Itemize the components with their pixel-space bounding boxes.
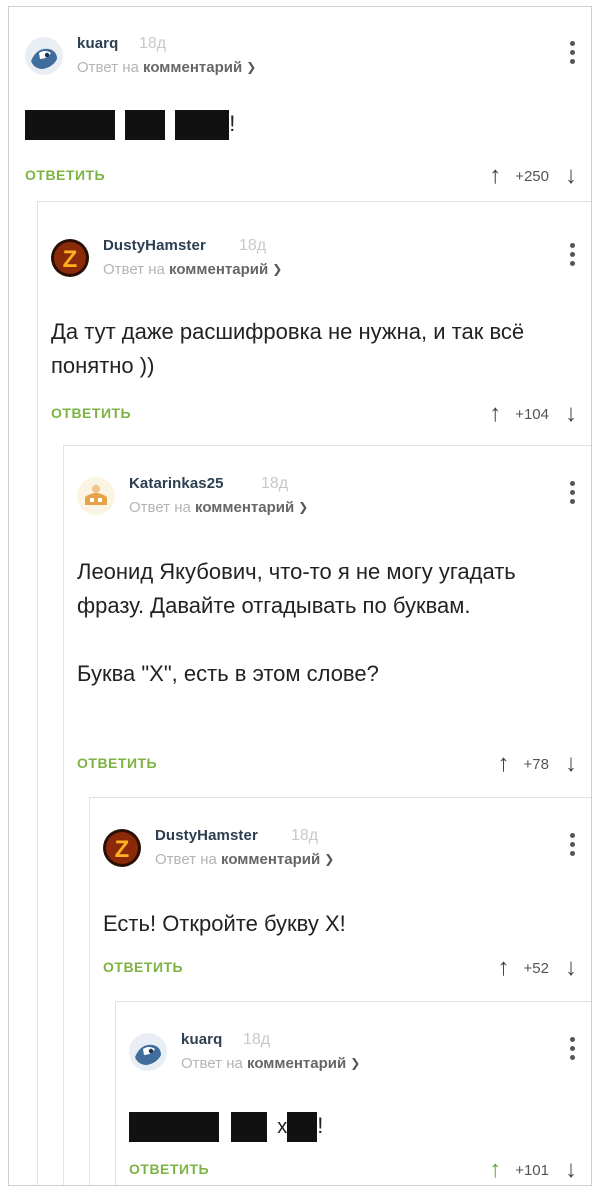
reply-button[interactable]: ОТВЕТИТЬ (25, 167, 105, 183)
comment-actions: ОТВЕТИТЬ ↑ +52 ↓ (103, 954, 591, 983)
score: +104 (515, 405, 549, 423)
svg-text:Z: Z (115, 836, 130, 863)
comment-text: Леонид Якубович, что-то я не могу угадат… (77, 559, 516, 686)
username[interactable]: DustyHamster (155, 827, 258, 844)
comment-age: 18д (239, 237, 267, 254)
comment-4: Z DustyHamster 18д Ответ на комментарий ❯… (103, 825, 591, 981)
arrow-up-icon[interactable]: ↑ (498, 750, 510, 778)
reply-button[interactable]: ОТВЕТИТЬ (51, 405, 131, 421)
reply-to-link[interactable]: Ответ на комментарий ❯ (129, 499, 308, 516)
vote-controls: ↑ +250 ↓ (489, 162, 577, 190)
vote-controls: ↑ +52 ↓ (498, 954, 577, 982)
more-vertical-icon[interactable] (569, 41, 577, 67)
censored-word (175, 110, 230, 141)
reply-button[interactable]: ОТВЕТИТЬ (77, 755, 157, 771)
comment-actions: ОТВЕТИТЬ ↑ +78 ↓ (77, 750, 591, 779)
reply-button[interactable]: ОТВЕТИТЬ (129, 1161, 209, 1177)
censored-word (125, 110, 166, 141)
comment-header: kuarq 18д Ответ на комментарий ❯ (129, 1029, 591, 1089)
more-vertical-icon[interactable] (569, 481, 577, 507)
arrow-down-icon[interactable]: ↓ (565, 750, 577, 778)
chevron-down-icon: ❯ (298, 500, 309, 514)
censored-word (287, 1112, 318, 1143)
censored-word (129, 1112, 219, 1143)
comment-age: 18д (139, 35, 167, 52)
comment-age: 18д (291, 827, 319, 844)
comment-actions: ОТВЕТИТЬ ↑ +104 ↓ (51, 400, 591, 429)
vote-controls: ↑ +104 ↓ (489, 400, 577, 428)
chevron-down-icon: ❯ (324, 852, 335, 866)
arrow-down-icon[interactable]: ↓ (565, 400, 577, 428)
comment-5: kuarq 18д Ответ на комментарий ❯ х! ОТВЕТ… (129, 1029, 591, 1183)
reply-to-link[interactable]: Ответ на комментарий ❯ (77, 59, 256, 76)
reply-button[interactable]: ОТВЕТИТЬ (103, 959, 183, 975)
arrow-up-icon[interactable]: ↑ (489, 1156, 501, 1184)
reply-to-link[interactable]: Ответ на комментарий ❯ (181, 1055, 360, 1072)
chevron-down-icon: ❯ (272, 262, 283, 276)
comment-age: 18д (243, 1031, 271, 1048)
username[interactable]: kuarq (181, 1031, 222, 1048)
arrow-down-icon[interactable]: ↓ (565, 162, 577, 190)
avatar-dustyhamster[interactable]: Z (51, 239, 89, 277)
comment-1: kuarq 18д Ответ на комментарий ❯ ! ОТВЕТИ… (25, 33, 591, 189)
censored-word (25, 110, 115, 141)
comment-header: Z DustyHamster 18д Ответ на комментарий ❯ (51, 235, 591, 295)
censored-word (231, 1112, 268, 1143)
reply-to-link[interactable]: Ответ на комментарий ❯ (103, 261, 282, 278)
more-vertical-icon[interactable] (569, 833, 577, 859)
chevron-down-icon: ❯ (350, 1056, 361, 1070)
comment-header: kuarq 18д Ответ на комментарий ❯ (25, 33, 591, 93)
reply-to-link[interactable]: Ответ на комментарий ❯ (155, 851, 334, 868)
comment-3: Katarinkas25 18д Ответ на комментарий ❯ Л… (77, 473, 591, 777)
username[interactable]: Katarinkas25 (129, 475, 224, 492)
comment-text: ! (25, 107, 235, 141)
score: +52 (523, 959, 549, 977)
comment-actions: ОТВЕТИТЬ ↑ +101 ↓ (129, 1156, 591, 1185)
avatar-kuarq[interactable] (129, 1033, 167, 1071)
svg-text:Z: Z (63, 246, 78, 273)
comment-age: 18д (261, 475, 289, 492)
arrow-up-icon[interactable]: ↑ (498, 954, 510, 982)
comment-header: Katarinkas25 18д Ответ на комментарий ❯ (77, 473, 591, 533)
comment-actions: ОТВЕТИТЬ ↑ +250 ↓ (25, 162, 591, 191)
comment-text: Есть! Откройте букву Х! (103, 911, 346, 936)
comment-text: Да тут даже расшифровка не нужна, и так … (51, 319, 525, 378)
score: +101 (515, 1161, 549, 1179)
comment-header: Z DustyHamster 18д Ответ на комментарий ❯ (103, 825, 591, 885)
arrow-down-icon[interactable]: ↓ (565, 1156, 577, 1184)
avatar-dustyhamster[interactable]: Z (103, 829, 141, 867)
arrow-up-icon[interactable]: ↑ (489, 162, 501, 190)
score: +250 (515, 167, 549, 185)
avatar-kuarq[interactable] (25, 37, 63, 75)
comment-thread: kuarq 18д Ответ на комментарий ❯ ! ОТВЕТИ… (8, 6, 592, 1186)
arrow-down-icon[interactable]: ↓ (565, 954, 577, 982)
more-vertical-icon[interactable] (569, 243, 577, 269)
vote-controls: ↑ +101 ↓ (489, 1156, 577, 1184)
comment-2: Z DustyHamster 18д Ответ на комментарий ❯… (51, 235, 591, 427)
arrow-up-icon[interactable]: ↑ (489, 400, 501, 428)
username[interactable]: kuarq (77, 35, 118, 52)
chevron-down-icon: ❯ (246, 60, 257, 74)
vote-controls: ↑ +78 ↓ (498, 750, 577, 778)
more-vertical-icon[interactable] (569, 1037, 577, 1063)
username[interactable]: DustyHamster (103, 237, 206, 254)
avatar-katarinkas25[interactable] (77, 477, 115, 515)
comment-text: х! (129, 1109, 323, 1144)
score: +78 (523, 755, 549, 773)
